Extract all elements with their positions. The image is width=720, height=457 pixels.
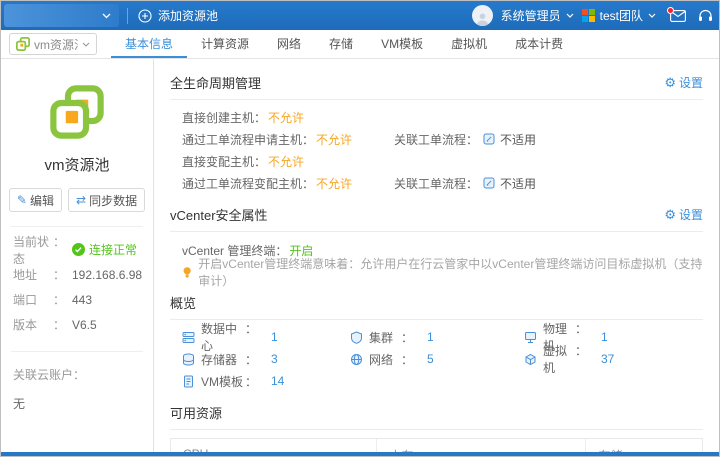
add-resource-pool-button[interactable]: 添加资源池	[138, 7, 218, 24]
tab-cost-billing[interactable]: 成本计费	[501, 30, 577, 58]
bottom-accent-bar	[1, 452, 719, 456]
workspace-dropdown[interactable]	[4, 4, 119, 27]
tabs: 基本信息 计算资源 网络 存储 VM模板 虚拟机 成本计费	[111, 30, 577, 58]
user-menu[interactable]: 系统管理员	[501, 7, 574, 24]
gear-icon: ⚙	[664, 75, 676, 91]
chevron-down-icon	[82, 42, 90, 47]
topbar: 添加资源池 系统管理员 test团队	[1, 1, 719, 30]
terminal-tip: 开启vCenter管理终端意味着：允许用户在行云管家中以vCenter管理终端访…	[182, 262, 703, 282]
status-badge: 连接正常	[72, 241, 137, 258]
lifecycle-settings-link[interactable]: ⚙ 设置	[664, 74, 703, 91]
pool-name: vm资源池	[1, 154, 153, 175]
resource-pool-logo-icon	[50, 85, 104, 142]
lifecycle-row: 通过工单流程变配主机：不允许 关联工单流程： 不适用	[182, 172, 703, 194]
memory-resource-card: 内存 可用: 6.81GB 已用: 25.08GB	[376, 439, 585, 452]
sync-icon: ⇄	[76, 193, 86, 207]
security-title: vCenter安全属性	[170, 205, 268, 224]
notification-badge	[667, 7, 674, 14]
version-row: 版本： V6.5	[13, 312, 141, 337]
team-menu[interactable]: test团队	[582, 7, 656, 24]
cpu-resource-card: CPU CPU 可用: 12.29GHz 已用: 2.11GHz	[171, 439, 376, 452]
app-window: 添加资源池 系统管理员 test团队	[0, 0, 720, 457]
pool-info: 当前状态： 连接正常 地址： 192.168.6.98 端口： 443 版本：	[1, 227, 153, 337]
datacenter-icon	[182, 331, 195, 344]
tab-vm-template[interactable]: VM模板	[367, 30, 437, 58]
lifecycle-section: 全生命周期管理 ⚙ 设置 直接创建主机：不允许 通过工单流程申请主机：不允许 关…	[170, 73, 703, 194]
user-name: 系统管理员	[501, 7, 561, 24]
stat-virtual-machine: 虚拟机： 37	[524, 348, 703, 370]
status-row: 当前状态： 连接正常	[13, 237, 141, 262]
edit-button[interactable]: ✎ 编辑	[9, 188, 62, 212]
overview-title: 概览	[170, 293, 196, 312]
virtual-machine-icon	[524, 353, 537, 366]
pool-selector[interactable]: vm资源池	[9, 33, 97, 55]
messages-button[interactable]	[670, 10, 686, 22]
resources-section: 可用资源 CPU CPU 可用: 12.29GHz	[170, 403, 703, 452]
lifecycle-title: 全生命周期管理	[170, 73, 261, 92]
sync-data-button[interactable]: ⇄ 同步数据	[68, 188, 145, 212]
pool-selector-value: vm资源池	[34, 36, 78, 53]
chevron-down-icon	[102, 13, 111, 19]
physical-machine-icon	[524, 331, 537, 344]
tabbar: vm资源池 基本信息 计算资源 网络 存储 VM模板 虚拟机 成本计费	[1, 30, 719, 59]
main-content: 全生命周期管理 ⚙ 设置 直接创建主机：不允许 通过工单流程申请主机：不允许 关…	[154, 59, 719, 452]
storage-device-icon	[182, 353, 195, 366]
stat-network: 网络： 5	[350, 348, 524, 370]
cloud-account-value: 无	[1, 383, 153, 412]
tab-basic-info[interactable]: 基本信息	[111, 30, 187, 58]
bulb-icon	[182, 266, 192, 279]
tab-storage[interactable]: 存储	[315, 30, 367, 58]
edit-icon: ✎	[17, 193, 27, 207]
avatar[interactable]	[472, 5, 493, 26]
gear-icon: ⚙	[664, 207, 676, 223]
storage-resource-card: 存储 可用: 745.26GB 已用: 4.99TB	[585, 439, 719, 452]
chevron-down-icon	[648, 13, 656, 18]
check-circle-icon	[72, 243, 85, 256]
stat-cluster: 集群： 1	[350, 326, 524, 348]
security-settings-link[interactable]: ⚙ 设置	[664, 206, 703, 223]
port-value: 443	[72, 293, 92, 307]
support-button[interactable]	[698, 9, 713, 23]
topbar-divider	[127, 8, 128, 24]
workflow-doc-icon	[483, 133, 495, 145]
headset-icon	[698, 9, 713, 23]
cluster-icon	[350, 331, 363, 344]
team-grid-icon	[582, 9, 595, 22]
address-value: 192.168.6.98	[72, 268, 142, 282]
port-row: 端口： 443	[13, 287, 141, 312]
security-section: vCenter安全属性 ⚙ 设置 vCenter 管理终端： 开启 开启vCen…	[170, 205, 703, 282]
vm-template-icon	[182, 375, 195, 388]
cloud-account-label: 关联云账户：	[1, 352, 153, 383]
resources-title: 可用资源	[170, 403, 222, 422]
resource-pool-icon	[16, 37, 30, 51]
workflow-doc-icon	[483, 177, 495, 189]
tab-virtual-machine[interactable]: 虚拟机	[437, 30, 501, 58]
add-resource-pool-label: 添加资源池	[158, 7, 218, 24]
version-value: V6.5	[72, 318, 97, 332]
lifecycle-row: 直接创建主机：不允许	[182, 106, 703, 128]
lifecycle-row: 通过工单流程申请主机：不允许 关联工单流程： 不适用	[182, 128, 703, 150]
tab-network[interactable]: 网络	[263, 30, 315, 58]
stat-storage-device: 存储器： 3	[182, 348, 350, 370]
user-icon	[475, 11, 490, 26]
team-name: test团队	[600, 7, 643, 24]
chevron-down-icon	[566, 13, 574, 18]
stat-datacenter: 数据中心： 1	[182, 326, 350, 348]
address-row: 地址： 192.168.6.98	[13, 262, 141, 287]
stat-vm-template: VM模板： 14	[182, 370, 350, 392]
lifecycle-row: 直接变配主机：不允许	[182, 150, 703, 172]
tab-compute-resources[interactable]: 计算资源	[187, 30, 263, 58]
network-icon	[350, 353, 363, 366]
sidebar: vm资源池 ✎ 编辑 ⇄ 同步数据 当前状态： 连接正常	[1, 59, 154, 452]
plus-circle-icon	[138, 9, 152, 23]
overview-section: 概览 数据中心： 1 存储器： 3	[170, 293, 703, 392]
